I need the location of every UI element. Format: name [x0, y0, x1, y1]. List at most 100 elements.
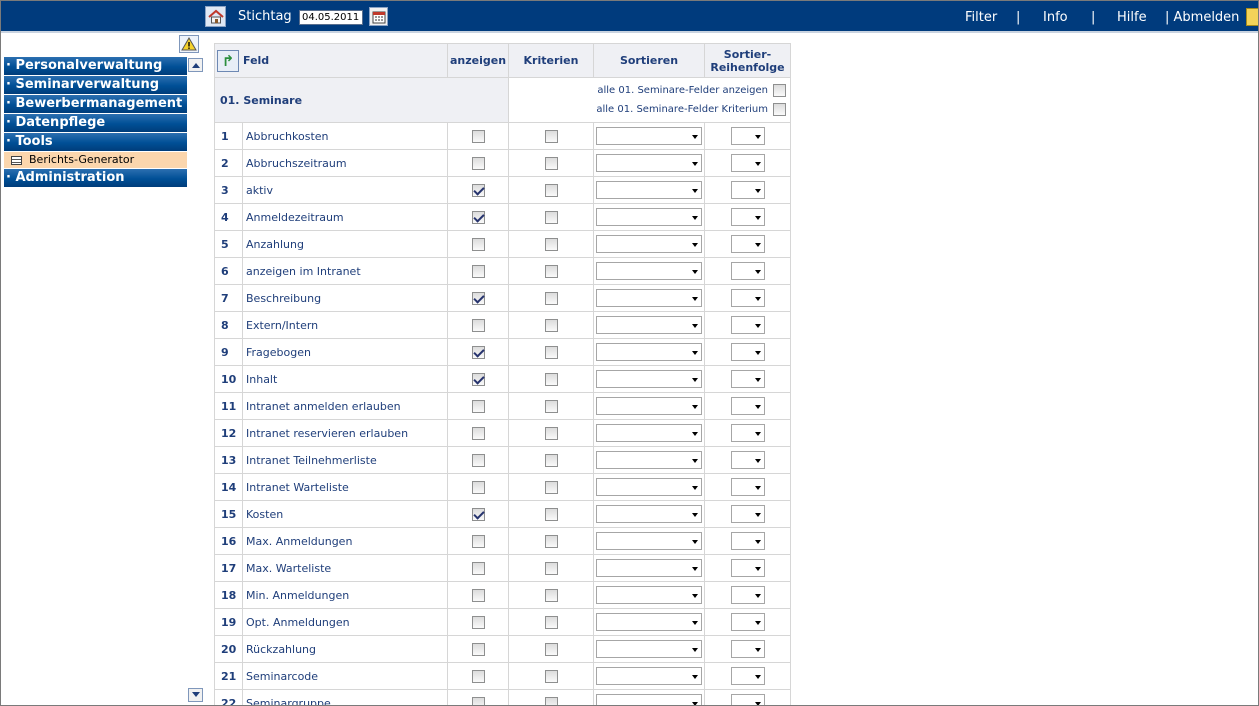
sidebar-item-personalverwaltung[interactable]: · Personalverwaltung	[4, 57, 187, 75]
all-show-checkbox[interactable]	[773, 84, 786, 97]
anzeigen-checkbox[interactable]	[471, 129, 485, 143]
anzeigen-checkbox[interactable]	[471, 480, 485, 494]
kriterien-checkbox[interactable]	[544, 480, 558, 494]
kriterien-checkbox[interactable]	[544, 345, 558, 359]
anzeigen-checkbox[interactable]	[471, 399, 485, 413]
reihenfolge-select[interactable]	[730, 289, 765, 307]
sortieren-select[interactable]	[596, 154, 702, 172]
stichtag-date-input[interactable]: 04.05.2011	[299, 10, 363, 25]
abmelden-link[interactable]: | Abmelden	[1165, 10, 1239, 25]
lock-icon[interactable]	[1246, 8, 1258, 26]
sortieren-select[interactable]	[596, 667, 702, 685]
reihenfolge-select[interactable]	[730, 505, 765, 523]
reihenfolge-select[interactable]	[730, 667, 765, 685]
kriterien-checkbox[interactable]	[544, 642, 558, 656]
kriterien-checkbox[interactable]	[544, 669, 558, 683]
filter-link[interactable]: Filter	[965, 10, 997, 25]
sidebar-item-administration[interactable]: · Administration	[4, 169, 187, 187]
anzeigen-checkbox[interactable]	[471, 453, 485, 467]
kriterien-checkbox[interactable]	[544, 696, 558, 705]
reihenfolge-select[interactable]	[730, 532, 765, 550]
sidebar-item-bewerbermanagement[interactable]: · Bewerbermanagement	[4, 95, 187, 113]
sortieren-select[interactable]	[596, 370, 702, 388]
hilfe-link[interactable]: Hilfe	[1117, 10, 1147, 25]
sortieren-select[interactable]	[596, 451, 702, 469]
reihenfolge-select[interactable]	[730, 127, 765, 145]
sidebar-item-datenpflege[interactable]: · Datenpflege	[4, 114, 187, 132]
all-criteria-checkbox[interactable]	[773, 103, 786, 116]
sortieren-select[interactable]	[596, 181, 702, 199]
anzeigen-checkbox[interactable]	[471, 507, 485, 521]
reihenfolge-select[interactable]	[730, 262, 765, 280]
anzeigen-checkbox[interactable]	[471, 264, 485, 278]
sortieren-select[interactable]	[596, 559, 702, 577]
reihenfolge-select[interactable]	[730, 316, 765, 334]
reihenfolge-select[interactable]	[730, 208, 765, 226]
reihenfolge-select[interactable]	[730, 343, 765, 361]
kriterien-checkbox[interactable]	[544, 453, 558, 467]
reihenfolge-select[interactable]	[730, 694, 765, 705]
kriterien-checkbox[interactable]	[544, 372, 558, 386]
refresh-icon[interactable]: ↱	[217, 49, 239, 72]
kriterien-checkbox[interactable]	[544, 237, 558, 251]
reihenfolge-select[interactable]	[730, 451, 765, 469]
kriterien-checkbox[interactable]	[544, 156, 558, 170]
sidebar-item-seminarverwaltung[interactable]: · Seminarverwaltung	[4, 76, 187, 94]
sortieren-select[interactable]	[596, 262, 702, 280]
reihenfolge-select[interactable]	[730, 559, 765, 577]
anzeigen-checkbox[interactable]	[471, 642, 485, 656]
calendar-button[interactable]	[369, 7, 388, 26]
reihenfolge-select[interactable]	[730, 181, 765, 199]
sortieren-select[interactable]	[596, 640, 702, 658]
anzeigen-checkbox[interactable]	[471, 210, 485, 224]
kriterien-checkbox[interactable]	[544, 129, 558, 143]
anzeigen-checkbox[interactable]	[471, 291, 485, 305]
anzeigen-checkbox[interactable]	[471, 345, 485, 359]
kriterien-checkbox[interactable]	[544, 291, 558, 305]
info-link[interactable]: Info	[1043, 10, 1068, 25]
sortieren-select[interactable]	[596, 397, 702, 415]
anzeigen-checkbox[interactable]	[471, 669, 485, 683]
sortieren-select[interactable]	[596, 586, 702, 604]
anzeigen-checkbox[interactable]	[471, 615, 485, 629]
kriterien-checkbox[interactable]	[544, 534, 558, 548]
reihenfolge-select[interactable]	[730, 424, 765, 442]
reihenfolge-select[interactable]	[730, 154, 765, 172]
home-button[interactable]	[205, 6, 226, 27]
reihenfolge-select[interactable]	[730, 370, 765, 388]
kriterien-checkbox[interactable]	[544, 318, 558, 332]
anzeigen-checkbox[interactable]	[471, 561, 485, 575]
sortieren-select[interactable]	[596, 208, 702, 226]
sortieren-select[interactable]	[596, 343, 702, 361]
kriterien-checkbox[interactable]	[544, 561, 558, 575]
anzeigen-checkbox[interactable]	[471, 426, 485, 440]
reihenfolge-select[interactable]	[730, 613, 765, 631]
kriterien-checkbox[interactable]	[544, 399, 558, 413]
reihenfolge-select[interactable]	[730, 235, 765, 253]
reihenfolge-select[interactable]	[730, 397, 765, 415]
anzeigen-checkbox[interactable]	[471, 588, 485, 602]
kriterien-checkbox[interactable]	[544, 183, 558, 197]
reihenfolge-select[interactable]	[730, 478, 765, 496]
anzeigen-checkbox[interactable]	[471, 237, 485, 251]
sortieren-select[interactable]	[596, 127, 702, 145]
scroll-up-button[interactable]	[188, 58, 203, 72]
kriterien-checkbox[interactable]	[544, 615, 558, 629]
kriterien-checkbox[interactable]	[544, 264, 558, 278]
sortieren-select[interactable]	[596, 289, 702, 307]
sidebar-item-berichts-generator[interactable]: Berichts-Generator	[4, 152, 187, 168]
anzeigen-checkbox[interactable]	[471, 156, 485, 170]
anzeigen-checkbox[interactable]	[471, 696, 485, 705]
warning-button[interactable]	[179, 35, 199, 53]
sortieren-select[interactable]	[596, 532, 702, 550]
sortieren-select[interactable]	[596, 694, 702, 705]
sortieren-select[interactable]	[596, 613, 702, 631]
reihenfolge-select[interactable]	[730, 586, 765, 604]
sortieren-select[interactable]	[596, 424, 702, 442]
kriterien-checkbox[interactable]	[544, 507, 558, 521]
sortieren-select[interactable]	[596, 235, 702, 253]
scroll-down-button[interactable]	[188, 688, 203, 702]
sidebar-item-tools[interactable]: · Tools	[4, 133, 187, 151]
anzeigen-checkbox[interactable]	[471, 372, 485, 386]
anzeigen-checkbox[interactable]	[471, 534, 485, 548]
